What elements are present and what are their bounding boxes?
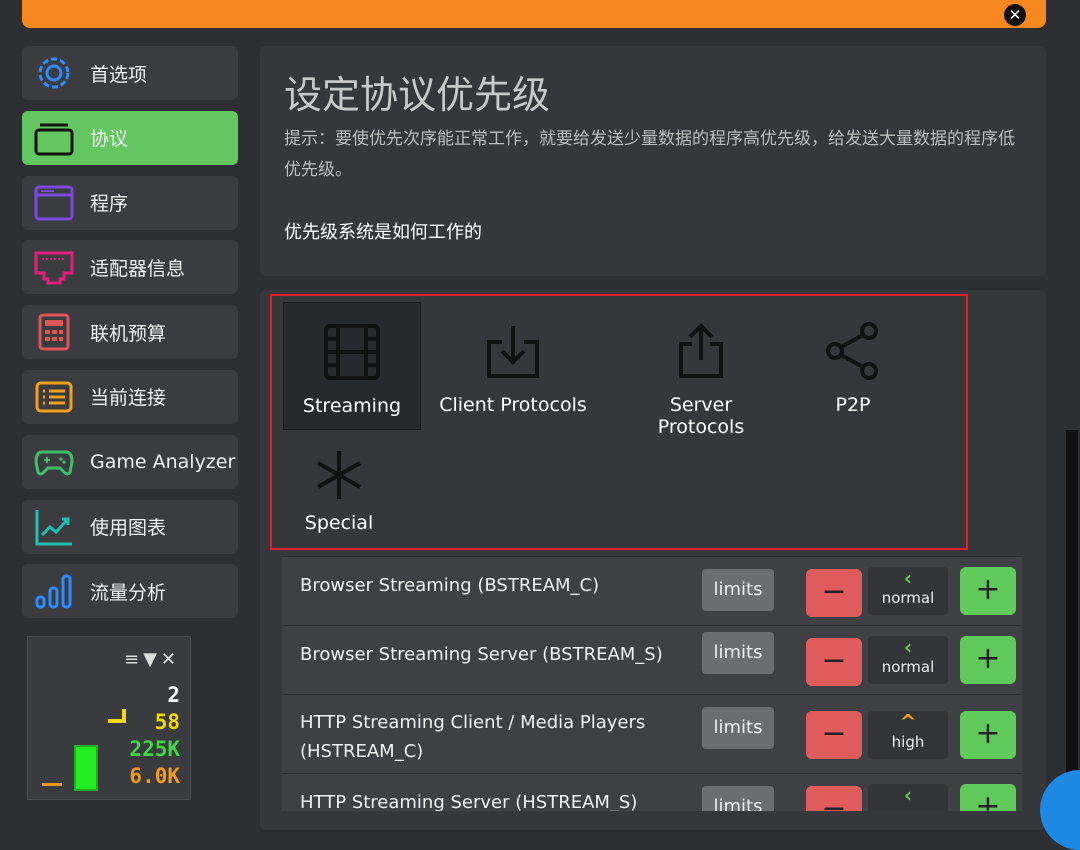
layers-icon: [34, 118, 74, 158]
sidebar-item-protocols[interactable]: 协议: [22, 110, 238, 165]
sidebar-item-label: 使用图表: [90, 517, 167, 540]
upload-icon: [624, 316, 778, 386]
chevron-left-icon: ‹: [903, 783, 913, 807]
info-panel: 设定协议优先级 提示：要使优先次序能正常工作，就要给发送少量数据的程序高优先级，…: [260, 46, 1046, 276]
total-bar-icon: [42, 783, 62, 786]
priority-label: high: [891, 733, 925, 751]
how-priority-works-link[interactable]: 优先级系统是如何工作的: [284, 218, 482, 244]
sidebar-item-label: 首选项: [90, 63, 148, 86]
chevron-up-icon: ^: [899, 710, 917, 734]
sidebar-item-label: 协议: [90, 128, 129, 151]
protocol-name: Browser Streaming (BSTREAM_C): [300, 575, 600, 596]
download-bar-icon: [74, 745, 98, 791]
mini-meter-widget[interactable]: ≡▼✕ 2 58 225K 6.0K: [27, 636, 191, 800]
increase-priority-button[interactable]: +: [960, 567, 1016, 615]
gear-icon: [34, 53, 74, 93]
sidebar-item-preferences[interactable]: 首选项: [22, 46, 238, 100]
category-label: Streaming: [302, 395, 402, 417]
close-icon[interactable]: ✕: [1004, 4, 1026, 26]
list-icon: [34, 377, 74, 417]
upload-bar-icon: [108, 719, 122, 723]
priority-indicator: ^ high: [868, 711, 948, 759]
category-p2p[interactable]: P2P: [818, 302, 888, 428]
category-label: Client Protocols: [439, 394, 587, 416]
line-chart-icon: [34, 507, 74, 547]
decrease-priority-button[interactable]: −: [806, 711, 862, 759]
asterisk-icon: [296, 440, 382, 510]
upload-rate: 58: [154, 710, 180, 734]
menu-icon[interactable]: ≡: [124, 649, 143, 670]
download-rate: 225K: [129, 737, 180, 761]
category-special[interactable]: Special: [296, 440, 382, 544]
protocol-name: HTTP Streaming Server (HSTREAM_S): [300, 792, 638, 811]
category-streaming[interactable]: Streaming: [283, 302, 421, 430]
priority-indicator: ‹ normal: [868, 636, 948, 684]
sidebar-item-usage-chart[interactable]: 使用图表: [22, 499, 238, 554]
window-icon: [34, 183, 74, 223]
category-server-protocols[interactable]: Server Protocols: [624, 302, 778, 438]
priority-label: normal: [881, 658, 935, 676]
table-row: Browser Streaming (BSTREAM_C) limits − ‹…: [282, 556, 1022, 625]
priority-indicator: ‹: [868, 784, 948, 811]
increase-priority-button[interactable]: +: [960, 711, 1016, 759]
download-icon: [438, 316, 588, 386]
expand-icon[interactable]: [1040, 770, 1080, 850]
sidebar-item-programs[interactable]: 程序: [22, 175, 238, 230]
limits-button[interactable]: limits: [702, 707, 774, 749]
scrollbar[interactable]: [1066, 430, 1078, 810]
share-icon: [818, 316, 888, 386]
tip-text: 提示：要使优先次序能正常工作，就要给发送少量数据的程序高优先级，给发送大量数据的…: [284, 129, 1015, 180]
top-banner: ✕: [22, 0, 1046, 28]
table-row: HTTP Streaming Client / Media Players (H…: [282, 694, 1022, 773]
sidebar-item-traffic[interactable]: 流量分析: [22, 564, 238, 619]
sidebar-item-label: 流量分析: [90, 581, 167, 604]
page-title: 设定协议优先级: [284, 73, 551, 117]
table-row: Browser Streaming Server (BSTREAM_S) lim…: [282, 625, 1022, 694]
limits-button[interactable]: limits: [702, 786, 774, 811]
close-icon[interactable]: ✕: [161, 649, 180, 670]
limits-button[interactable]: limits: [702, 569, 774, 611]
decrease-priority-button[interactable]: −: [806, 786, 862, 811]
calculator-icon: [34, 312, 74, 352]
priority-label: normal: [881, 589, 935, 607]
mini-controls[interactable]: ≡▼✕: [124, 649, 180, 670]
priority-indicator: ‹ normal: [868, 567, 948, 615]
protocol-name: Browser Streaming Server (BSTREAM_S): [300, 644, 663, 665]
sidebar-item-budget[interactable]: 联机预算: [22, 305, 238, 360]
category-label: Server Protocols: [657, 394, 745, 438]
sidebar-item-game-analyzer[interactable]: Game Analyzer: [22, 434, 238, 489]
category-client-protocols[interactable]: Client Protocols: [438, 302, 588, 428]
sidebar-item-label: 程序: [90, 193, 129, 216]
sidebar-item-label: Game Analyzer: [90, 450, 236, 473]
chevron-down-icon[interactable]: ▼: [143, 649, 161, 670]
total-rate: 6.0K: [129, 764, 180, 788]
sidebar-item-adapter[interactable]: 适配器信息: [22, 240, 238, 295]
decrease-priority-button[interactable]: −: [806, 638, 862, 686]
chevron-left-icon: ‹: [903, 566, 913, 590]
bar-chart-icon: [34, 571, 74, 611]
sidebar-item-label: 当前连接: [90, 387, 167, 410]
gamepad-icon: [34, 442, 74, 482]
chevron-left-icon: ‹: [903, 635, 913, 659]
table-row: HTTP Streaming Server (HSTREAM_S) limits…: [282, 773, 1022, 811]
film-icon: [284, 317, 420, 387]
limits-button[interactable]: limits: [702, 632, 774, 674]
decrease-priority-button[interactable]: −: [806, 569, 862, 617]
category-label: Special: [304, 512, 374, 534]
increase-priority-button[interactable]: +: [960, 784, 1016, 811]
connection-count: 2: [167, 683, 180, 707]
sidebar-item-connections[interactable]: 当前连接: [22, 369, 238, 424]
ethernet-icon: [34, 247, 74, 287]
category-label: P2P: [835, 394, 871, 416]
protocol-name: HTTP Streaming Client / Media Players (H…: [300, 712, 646, 762]
increase-priority-button[interactable]: +: [960, 636, 1016, 684]
sidebar-item-label: 适配器信息: [90, 257, 186, 280]
sidebar: 首选项 协议 程序 适配器信息 联机预算 当前连接 Game Analyzer …: [22, 46, 238, 629]
sidebar-item-label: 联机预算: [90, 322, 167, 345]
upload-bar-icon-tip: [122, 709, 126, 723]
